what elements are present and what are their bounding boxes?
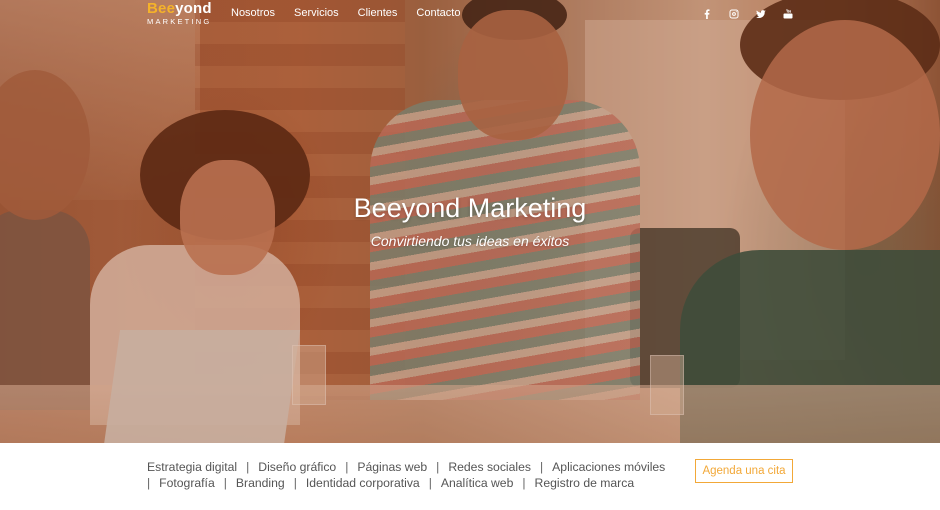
separator: | (345, 460, 349, 474)
social-links (700, 7, 808, 20)
services-row-2: | Fotografía | Branding | Identidad corp… (147, 475, 665, 491)
book-appointment-button[interactable]: Agenda una cita (695, 459, 793, 483)
main-menu: Nosotros Servicios Clientes Contacto (231, 6, 479, 20)
logo-accent: Bee (147, 0, 176, 17)
separator: | (522, 476, 526, 490)
services-strip: Estrategia digital | Diseño gráfico | Pá… (0, 443, 940, 510)
services-list: Estrategia digital | Diseño gráfico | Pá… (147, 459, 665, 491)
nav-link-nosotros[interactable]: Nosotros (231, 6, 275, 20)
service-item[interactable]: Redes sociales (448, 459, 531, 475)
nav-link-clientes[interactable]: Clientes (358, 6, 398, 20)
logo[interactable]: Beeyond MARKETING (147, 1, 212, 27)
separator: | (293, 476, 297, 490)
logo-tagline: MARKETING (147, 17, 212, 26)
service-item[interactable]: Fotografía (159, 475, 215, 491)
logo-rest: yond (175, 0, 212, 17)
instagram-icon[interactable] (727, 7, 741, 20)
service-item[interactable]: Páginas web (357, 459, 427, 475)
nav-link-servicios[interactable]: Servicios (294, 6, 339, 20)
services-row-1: Estrategia digital | Diseño gráfico | Pá… (147, 459, 665, 475)
nav-link-contacto[interactable]: Contacto (416, 6, 460, 20)
separator: | (246, 460, 250, 474)
service-item[interactable]: Registro de marca (535, 475, 635, 491)
hero-title: Beeyond Marketing (353, 193, 587, 223)
separator: | (147, 476, 151, 490)
separator: | (436, 460, 440, 474)
service-item[interactable]: Aplicaciones móviles (552, 459, 665, 475)
logo-wordmark: Beeyond (147, 1, 212, 17)
twitter-icon[interactable] (754, 7, 768, 20)
service-item[interactable]: Estrategia digital (147, 459, 237, 475)
hero-subtitle: Convirtiendo tus ideas en éxitos (370, 233, 570, 249)
service-item[interactable]: Diseño gráfico (258, 459, 336, 475)
facebook-icon[interactable] (700, 7, 714, 20)
separator: | (428, 476, 432, 490)
top-navigation: Beeyond MARKETING Nosotros Servicios Cli… (0, 0, 940, 30)
service-item[interactable]: Analítica web (441, 475, 514, 491)
service-item[interactable]: Branding (236, 475, 285, 491)
service-item[interactable]: Identidad corporativa (306, 475, 420, 491)
youtube-icon[interactable] (781, 7, 795, 20)
separator: | (539, 460, 544, 474)
separator: | (223, 476, 227, 490)
